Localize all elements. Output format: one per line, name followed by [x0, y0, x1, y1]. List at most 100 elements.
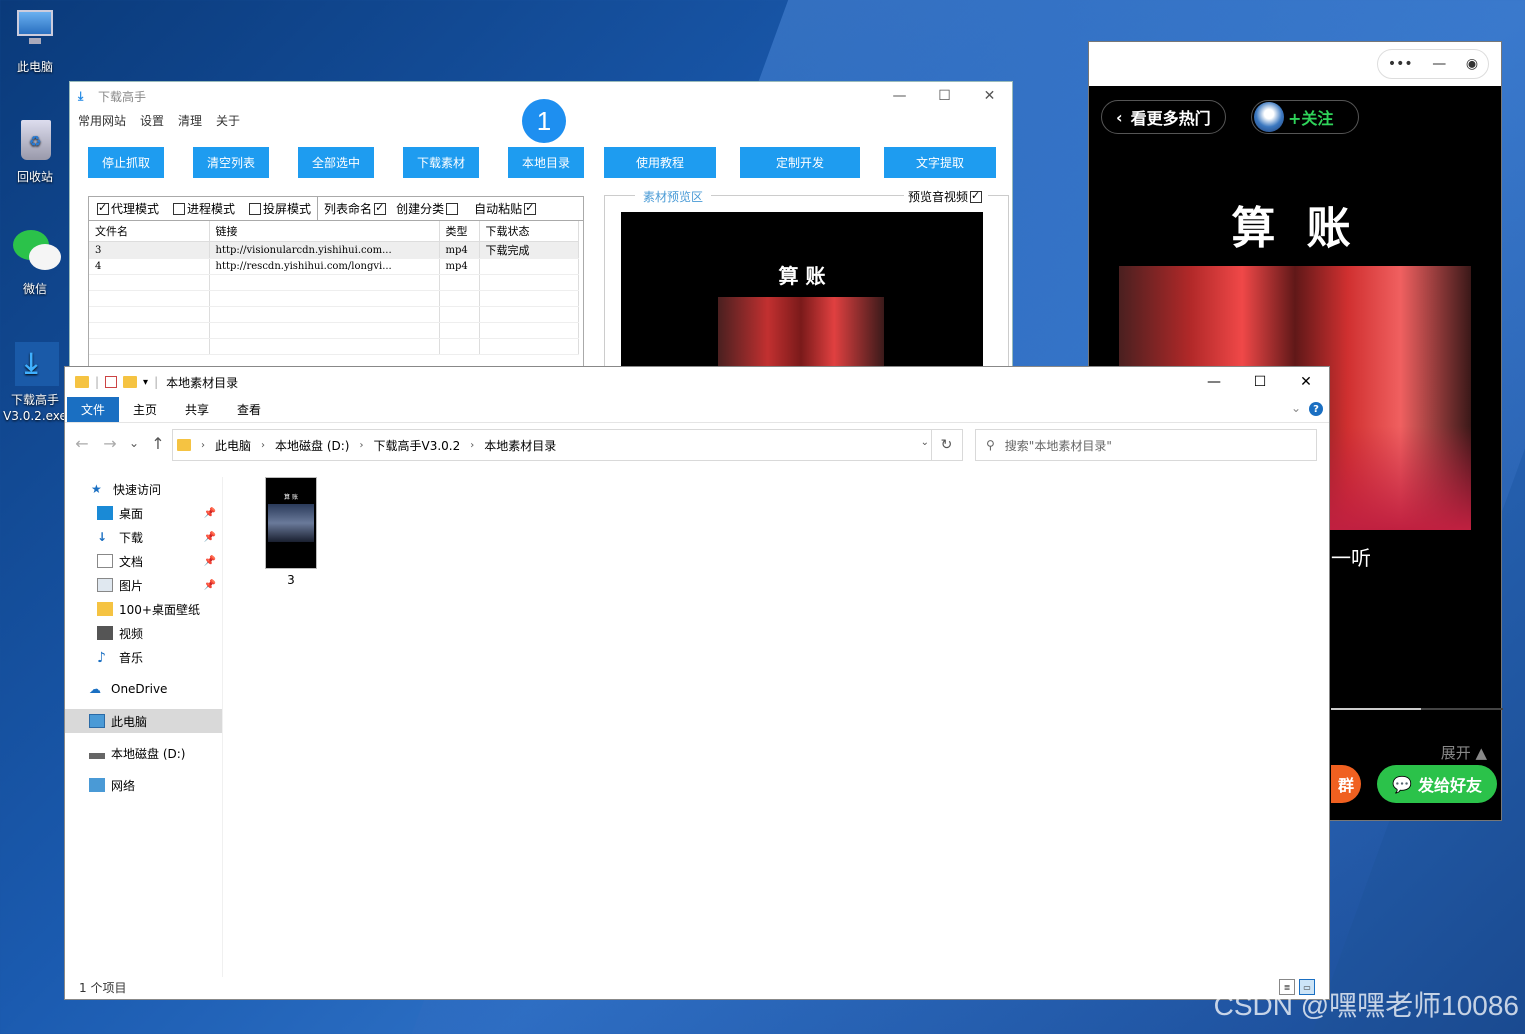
stop-capture-button[interactable]: 停止抓取	[88, 147, 164, 178]
breadcrumb-item[interactable]: 本地素材目录	[484, 437, 556, 454]
option-create-category[interactable]: 创建分类	[394, 197, 462, 221]
chevron-right-icon[interactable]: ›	[359, 440, 363, 451]
help-icon[interactable]: ?	[1309, 402, 1323, 416]
follow-button[interactable]: +关注	[1251, 100, 1359, 134]
chevron-right-icon[interactable]: ›	[470, 440, 474, 451]
chevron-right-icon[interactable]: ›	[201, 440, 205, 451]
back-icon[interactable]: ←	[71, 434, 93, 453]
download-button[interactable]: 下载素材	[403, 147, 479, 178]
maximize-icon[interactable]: ☐	[922, 82, 967, 110]
menu-item-settings[interactable]: 设置	[140, 112, 164, 129]
maximize-icon[interactable]: ☐	[1237, 367, 1283, 397]
minimize-icon[interactable]: —	[1432, 56, 1446, 72]
select-all-button[interactable]: 全部选中	[298, 147, 374, 178]
local-dir-button[interactable]: 本地目录	[508, 147, 584, 178]
breadcrumb-item[interactable]: 下载高手V3.0.2	[373, 437, 460, 454]
tab-share[interactable]: 共享	[171, 397, 223, 422]
desktop-icon-recycle-bin[interactable]: ♻ 回收站	[0, 116, 70, 185]
text-extract-button[interactable]: 文字提取	[884, 147, 996, 178]
up-icon[interactable]: ↑	[147, 434, 169, 453]
option-list-naming[interactable]: 列表命名	[318, 197, 394, 221]
checkbox-icon[interactable]	[524, 201, 537, 215]
sidebar-item-downloads[interactable]: ↓ 下载 📌	[65, 525, 222, 549]
preview-av-option[interactable]: 预览音视频	[903, 188, 988, 205]
table-row[interactable]	[89, 290, 579, 307]
checkbox-icon[interactable]	[173, 202, 186, 215]
sidebar-item-desktop[interactable]: 桌面 📌	[65, 501, 222, 525]
minimize-icon[interactable]: —	[1191, 367, 1237, 397]
option-cast[interactable]: 投屏模式	[241, 197, 317, 221]
sidebar-item-documents[interactable]: 文档 📌	[65, 549, 222, 573]
option-process[interactable]: 进程模式	[165, 197, 241, 221]
checkbox-icon[interactable]	[374, 201, 387, 215]
clear-list-button[interactable]: 清空列表	[193, 147, 269, 178]
col-status[interactable]: 下载状态	[479, 221, 579, 242]
recent-chevron-icon[interactable]: ⌄	[127, 436, 141, 450]
breadcrumb-item[interactable]: 此电脑	[215, 437, 251, 454]
desktop-icon-wechat[interactable]: 微信	[0, 228, 70, 297]
menu-item-about[interactable]: 关于	[216, 112, 240, 129]
minimize-icon[interactable]: —	[877, 82, 922, 110]
col-filename[interactable]: 文件名	[89, 221, 210, 242]
chevron-right-icon[interactable]: ›	[261, 440, 265, 451]
checkbox-icon[interactable]	[249, 202, 262, 215]
new-folder-icon[interactable]	[123, 376, 138, 388]
address-bar[interactable]: › 此电脑 › 本地磁盘 (D:) › 下载高手V3.0.2 › 本地素材目录 …	[172, 429, 932, 461]
sidebar-item-wallpapers[interactable]: 100+桌面壁纸	[65, 597, 222, 621]
breadcrumb-item[interactable]: 本地磁盘 (D:)	[275, 437, 349, 454]
pin-icon[interactable]: 📌	[204, 556, 216, 567]
tab-file[interactable]: 文件	[67, 397, 120, 422]
pin-icon[interactable]: 📌	[204, 532, 216, 543]
close-icon[interactable]: ✕	[967, 82, 1012, 110]
desktop-icon-this-pc[interactable]: 此电脑	[0, 6, 70, 75]
progress-bar[interactable]	[1331, 708, 1503, 710]
sidebar-item-network[interactable]: 网络	[65, 773, 222, 797]
sidebar-item-videos[interactable]: 视频	[65, 621, 222, 645]
tab-home[interactable]: 主页	[119, 397, 171, 422]
search-input[interactable]: ⚲ 搜索"本地素材目录"	[975, 429, 1317, 461]
chevron-down-icon[interactable]: ▾	[143, 377, 148, 388]
chevron-down-icon[interactable]: ⌄	[921, 437, 929, 448]
table-row[interactable]	[89, 306, 579, 323]
properties-icon[interactable]	[105, 376, 118, 388]
table-row[interactable]: 3 http://visionularcdn.yishihui.com... m…	[89, 241, 579, 259]
table-row[interactable]: 4 http://rescdn.yishihui.com/longvi... m…	[89, 258, 579, 275]
checkbox-icon[interactable]	[97, 201, 109, 215]
file-name[interactable]: 3	[265, 573, 317, 587]
menu-item-sites[interactable]: 常用网站	[78, 112, 126, 129]
preview-video[interactable]: 算 账	[621, 212, 983, 372]
table-row[interactable]	[89, 338, 579, 355]
option-proxy[interactable]: 代理模式	[89, 197, 165, 221]
refresh-button[interactable]: ↻	[931, 429, 963, 461]
table-row[interactable]	[89, 322, 579, 339]
expand-button[interactable]: 展开 ▲	[1441, 742, 1487, 763]
desktop-icon-downloader[interactable]: ⤓ 下载高手 V3.0.2.exe	[0, 340, 70, 424]
col-link[interactable]: 链接	[209, 221, 440, 242]
table-row[interactable]	[89, 274, 579, 291]
share-friend-button[interactable]: 💬 发给好友	[1377, 765, 1497, 803]
checkbox-icon[interactable]	[446, 202, 459, 215]
close-icon[interactable]: ✕	[1283, 367, 1329, 397]
sidebar-item-disk-d[interactable]: 本地磁盘 (D:)	[65, 741, 222, 765]
col-type[interactable]: 类型	[439, 221, 480, 242]
more-hot-button[interactable]: ‹ 看更多热门	[1101, 100, 1226, 134]
sidebar-item-this-pc[interactable]: 此电脑	[65, 709, 222, 733]
share-group-button[interactable]: 群	[1331, 765, 1361, 803]
forward-icon[interactable]: →	[99, 434, 121, 453]
sidebar-item-onedrive[interactable]: ☁ OneDrive	[65, 677, 222, 701]
menu-item-clean[interactable]: 清理	[178, 112, 202, 129]
sidebar-item-music[interactable]: ♪ 音乐	[65, 645, 222, 669]
pin-icon[interactable]: 📌	[204, 508, 216, 519]
sidebar-item-quick-access[interactable]: ★ 快速访问	[65, 477, 222, 501]
more-icon[interactable]: •••	[1388, 56, 1413, 72]
chevron-down-icon[interactable]: ⌄	[1291, 401, 1301, 415]
tutorial-button[interactable]: 使用教程	[604, 147, 716, 178]
sidebar-item-pictures[interactable]: 图片 📌	[65, 573, 222, 597]
pin-icon[interactable]: 📌	[204, 580, 216, 591]
record-icon[interactable]: ◉	[1466, 56, 1478, 72]
custom-dev-button[interactable]: 定制开发	[740, 147, 860, 178]
file-thumbnail[interactable]: 算 账	[265, 477, 317, 569]
option-auto-paste[interactable]: 自动粘贴	[462, 197, 544, 221]
checkbox-icon[interactable]	[970, 189, 982, 203]
tab-view[interactable]: 查看	[223, 397, 275, 422]
